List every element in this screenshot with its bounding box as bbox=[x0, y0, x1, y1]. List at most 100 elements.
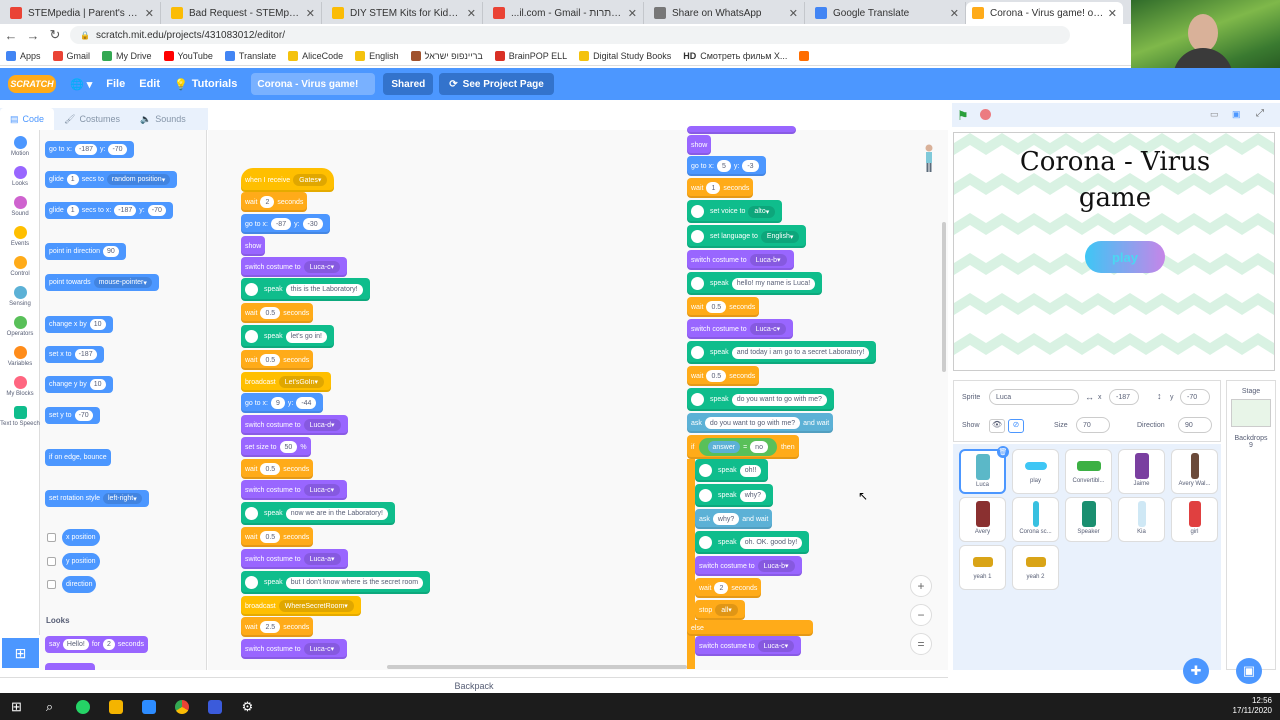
block-broadcast[interactable]: broadcast WhereSecretRoom ▾ bbox=[241, 596, 361, 616]
sprite-tile-luca[interactable]: Luca 🗑 bbox=[959, 446, 1009, 494]
block-speak[interactable]: speak and today i am go to a secret Labor… bbox=[687, 341, 877, 364]
broadcast-dropdown[interactable]: Let'sGoIn ▾ bbox=[278, 376, 325, 388]
browser-tab-active[interactable]: Corona - Virus game! on Scratch✕ bbox=[966, 2, 1123, 24]
block-speak[interactable]: speak oh. OK. good by! bbox=[695, 531, 810, 554]
stop-dropdown[interactable]: all ▾ bbox=[715, 604, 738, 616]
palette-say-for[interactable]: say Hello! for 2 seconds bbox=[45, 636, 148, 653]
palette-point-towards[interactable]: point towards mouse-pointer ▾ bbox=[45, 274, 159, 291]
stage-thumbnail[interactable] bbox=[1231, 399, 1271, 427]
sprite-tile-kia[interactable]: Kia bbox=[1118, 497, 1165, 542]
sprite-tile-yeah-2[interactable]: yeah 2 bbox=[1012, 545, 1059, 590]
start-button[interactable]: ⊞ bbox=[0, 693, 33, 720]
close-tab-icon[interactable]: ✕ bbox=[145, 7, 154, 20]
block-wait[interactable]: wait 2 seconds bbox=[241, 192, 308, 212]
app-taskbar-button[interactable] bbox=[198, 693, 231, 720]
close-tab-icon[interactable]: ✕ bbox=[467, 7, 476, 20]
block-switch-costume[interactable]: switch costume to Luca-b ▾ bbox=[695, 556, 802, 576]
block-goto-xy[interactable]: go to x: 5 y: -3 bbox=[687, 156, 766, 176]
category-sensing[interactable]: Sensing bbox=[0, 286, 40, 307]
palette-direction[interactable]: direction bbox=[62, 576, 97, 593]
show-eye-icon[interactable]: 👁 bbox=[989, 419, 1005, 433]
receive-dropdown[interactable]: Gates ▾ bbox=[293, 174, 328, 186]
palette-bounce[interactable]: if on edge, bounce bbox=[45, 449, 111, 466]
sprite-tile-yeah-1[interactable]: yeah 1 bbox=[959, 545, 1006, 590]
bookmark-translate[interactable]: Translate bbox=[224, 50, 276, 61]
stage-canvas[interactable]: Corona - Virus game play bbox=[953, 132, 1275, 371]
equals-operator[interactable]: answer = no bbox=[698, 438, 777, 456]
glide-target-dropdown[interactable]: random position ▾ bbox=[106, 174, 171, 185]
block-wait[interactable]: wait 0.5 seconds bbox=[241, 527, 314, 547]
sprite-tile-avery-walking[interactable]: Avery Wal... bbox=[1171, 449, 1218, 494]
bookmark-movie[interactable]: HD Смотреть фильм Х... bbox=[683, 51, 787, 61]
block-show[interactable]: show bbox=[687, 135, 712, 155]
palette-change-x[interactable]: change x by 10 bbox=[45, 316, 113, 333]
forward-icon[interactable]: → bbox=[22, 28, 44, 43]
block-set-voice[interactable]: set voice to alto ▾ bbox=[687, 200, 783, 223]
block-wait[interactable]: wait 2 seconds bbox=[695, 578, 762, 598]
palette-glide-xy[interactable]: glide 1 secs to x: -187 y: -70 bbox=[45, 202, 173, 219]
palette-glide-random[interactable]: glide 1 secs to random position ▾ bbox=[45, 171, 178, 188]
costume-dropdown[interactable]: Luca-a ▾ bbox=[303, 553, 341, 565]
bookmark-apps[interactable]: Apps bbox=[6, 50, 41, 61]
close-tab-icon[interactable]: ✕ bbox=[628, 7, 637, 20]
block-ask-and-wait[interactable]: ask why? and wait bbox=[695, 509, 773, 529]
block-show[interactable]: show bbox=[241, 236, 266, 256]
menu-tutorials[interactable]: 💡 Tutorials bbox=[174, 78, 237, 91]
block-switch-costume[interactable]: switch costume to Luca-c ▾ bbox=[241, 639, 348, 659]
browser-tab[interactable]: STEMpedia | Parent's consent fo✕ bbox=[4, 2, 161, 24]
palette-set-x[interactable]: set x to -187 bbox=[45, 346, 104, 363]
block-speak[interactable]: speak but I don't know where is the secre… bbox=[241, 571, 431, 594]
small-stage-icon[interactable]: ▭ bbox=[1210, 109, 1219, 120]
add-extension-button[interactable]: ⊞ bbox=[2, 638, 39, 668]
size-input[interactable]: 70 bbox=[1076, 417, 1110, 433]
sprite-name-input[interactable]: Luca bbox=[989, 389, 1079, 405]
browser-tab[interactable]: Share on WhatsApp ✕ bbox=[648, 2, 805, 24]
bookmark-my-drive[interactable]: My Drive bbox=[102, 50, 152, 61]
add-sprite-button[interactable]: ✚ bbox=[1183, 658, 1209, 684]
costume-dropdown[interactable]: Luca-b ▾ bbox=[749, 254, 787, 266]
costume-dropdown[interactable]: Luca-c ▾ bbox=[303, 261, 341, 273]
sprite-tile-corona[interactable]: Corona sc... bbox=[1012, 497, 1059, 542]
y-position-input[interactable]: -70 bbox=[1180, 389, 1210, 405]
project-title-input[interactable]: Corona - Virus game! bbox=[251, 73, 376, 95]
block-goto-xy[interactable]: go to x: -87 y: -30 bbox=[241, 214, 330, 234]
back-icon[interactable]: ← bbox=[0, 28, 22, 43]
costume-dropdown[interactable]: Luca-d ▾ bbox=[303, 419, 341, 431]
horizontal-scrollbar[interactable] bbox=[387, 665, 687, 669]
green-flag-icon[interactable]: ⚑ bbox=[957, 108, 969, 124]
block-wait[interactable]: wait 2.5 seconds bbox=[241, 617, 314, 637]
direction-checkbox[interactable] bbox=[47, 580, 56, 589]
block-speak[interactable]: speak do you want to go with me? bbox=[687, 388, 834, 411]
sprite-tile-convertible[interactable]: Convertibl... bbox=[1065, 449, 1112, 494]
block-ask-and-wait[interactable]: ask do you want to go with me? and wait bbox=[687, 413, 834, 433]
category-events[interactable]: Events bbox=[0, 226, 40, 247]
block-speak[interactable]: speak why? bbox=[695, 484, 774, 507]
large-stage-icon[interactable]: ▣ bbox=[1232, 109, 1241, 120]
block-wait[interactable]: wait 0.5 seconds bbox=[241, 459, 314, 479]
palette-change-y[interactable]: change y by 10 bbox=[45, 376, 113, 393]
block-when-i-receive[interactable]: when I receive Gates ▾ bbox=[241, 168, 335, 192]
stage-target-panel[interactable]: Stage Backdrops 9 bbox=[1226, 380, 1276, 670]
category-operators[interactable]: Operators bbox=[0, 316, 40, 337]
block-set-language[interactable]: set language to English ▾ bbox=[687, 225, 807, 248]
block-switch-costume[interactable]: switch costume to Luca-c ▾ bbox=[241, 257, 348, 277]
palette-y-position[interactable]: y position bbox=[62, 553, 100, 570]
close-tab-icon[interactable]: ✕ bbox=[306, 7, 315, 20]
reload-icon[interactable]: ↻ bbox=[44, 27, 66, 43]
palette-set-y[interactable]: set y to -70 bbox=[45, 407, 100, 424]
browser-tab[interactable]: DIY STEM Kits for Kids - World-C✕ bbox=[326, 2, 483, 24]
menu-file[interactable]: File bbox=[106, 78, 125, 90]
stage-play-button[interactable]: play bbox=[1085, 241, 1165, 273]
tab-costumes[interactable]: 🖌 Costumes bbox=[54, 108, 130, 130]
whatsapp-taskbar-button[interactable] bbox=[66, 693, 99, 720]
category-looks[interactable]: Looks bbox=[0, 166, 40, 187]
direction-input[interactable]: 90 bbox=[1178, 417, 1212, 433]
bookmark-brainpop-israel[interactable]: בריינפופ ישראל bbox=[410, 50, 483, 61]
costume-dropdown[interactable]: Luca-b ▾ bbox=[757, 560, 795, 572]
see-project-page-button[interactable]: ⟳ See Project Page bbox=[439, 73, 554, 95]
chrome-taskbar-button[interactable] bbox=[165, 693, 198, 720]
fullscreen-icon[interactable]: ⤢ bbox=[1256, 108, 1264, 119]
block-wait[interactable]: wait 1 seconds bbox=[687, 178, 754, 198]
language-dropdown[interactable]: English ▾ bbox=[760, 230, 800, 243]
block-speak[interactable]: speak this is the Laboratory! bbox=[241, 278, 370, 301]
